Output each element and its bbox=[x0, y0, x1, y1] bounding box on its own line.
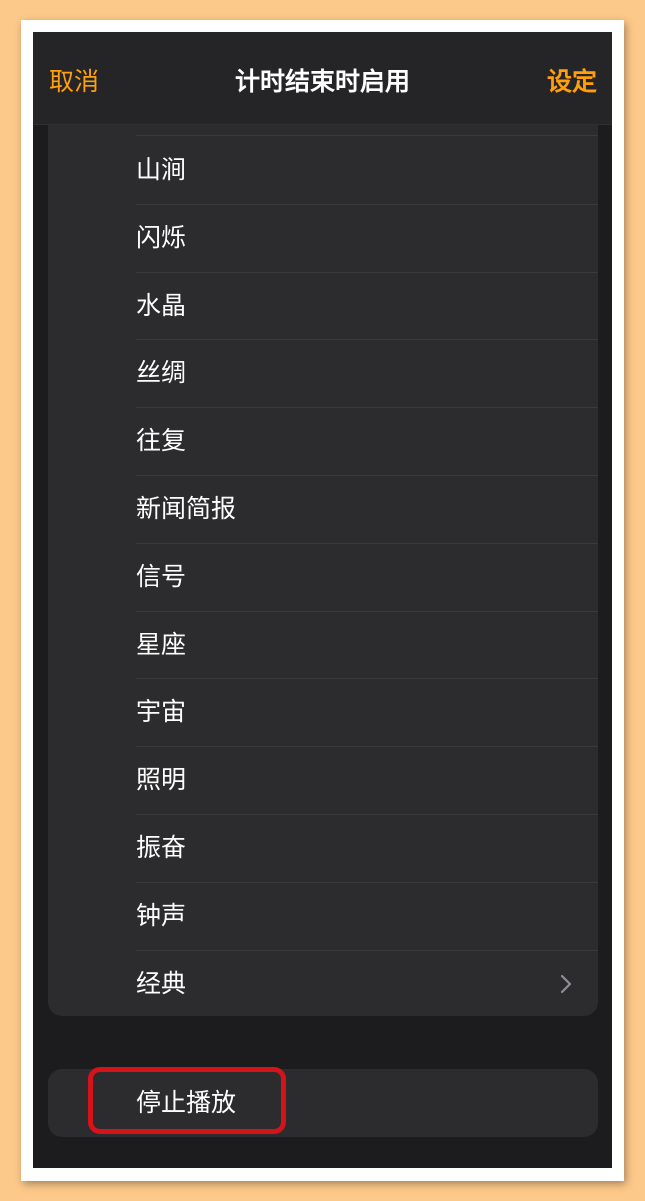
sound-list-card: 山涧 闪烁 水晶 丝绸 往复 新闻简报 信号 星座 宇宙 照明 振奋 钟声 经典 bbox=[48, 72, 598, 1016]
sound-option-zhenfen[interactable]: 振奋 bbox=[48, 813, 598, 882]
page-title: 计时结束时启用 bbox=[234, 67, 410, 96]
stop-playing-button[interactable]: 停止播放 bbox=[48, 1069, 598, 1137]
list-divider bbox=[136, 542, 598, 544]
list-divider bbox=[136, 678, 598, 680]
sound-option-shuijing[interactable]: 水晶 bbox=[48, 271, 598, 340]
sound-option-label: 水晶 bbox=[136, 290, 187, 320]
list-divider bbox=[136, 881, 598, 883]
sound-option-label: 闪烁 bbox=[136, 222, 187, 252]
sound-option-label: 往复 bbox=[136, 426, 187, 456]
list-divider bbox=[136, 610, 598, 612]
list-divider bbox=[136, 271, 598, 273]
sound-list: 山涧 闪烁 水晶 丝绸 往复 新闻简报 信号 星座 宇宙 照明 振奋 钟声 经典 bbox=[48, 136, 598, 1016]
set-button[interactable]: 设定 bbox=[547, 62, 597, 98]
sound-option-label: 照明 bbox=[136, 765, 187, 795]
phone-screen: 取消 计时结束时启用 设定 山涧 闪烁 水晶 丝绸 往复 新闻简报 信号 星座 … bbox=[33, 32, 612, 1168]
sound-option-zhongsheng[interactable]: 钟声 bbox=[48, 881, 598, 950]
sound-option-label: 经典 bbox=[136, 968, 187, 998]
sound-option-wangfu[interactable]: 往复 bbox=[48, 407, 598, 475]
list-divider bbox=[136, 949, 598, 951]
sound-option-label: 丝绸 bbox=[136, 358, 187, 388]
sound-option-shanjian[interactable]: 山涧 bbox=[48, 136, 598, 204]
sound-option-jingdian[interactable]: 经典 bbox=[48, 949, 598, 1016]
list-divider bbox=[136, 746, 598, 748]
stop-playing-label: 停止播放 bbox=[136, 1088, 237, 1117]
sound-option-xinhao[interactable]: 信号 bbox=[48, 542, 598, 611]
sound-option-label: 宇宙 bbox=[136, 697, 187, 727]
sound-option-label: 信号 bbox=[136, 561, 187, 591]
sound-option-label: 星座 bbox=[136, 629, 187, 659]
sound-option-xingzuo[interactable]: 星座 bbox=[48, 610, 598, 679]
sound-option-label: 钟声 bbox=[136, 900, 187, 930]
list-divider bbox=[136, 203, 598, 205]
sound-option-label: 山涧 bbox=[136, 155, 187, 184]
sound-option-xinwen-jianbao[interactable]: 新闻简报 bbox=[48, 474, 598, 543]
sound-option-yuzhou[interactable]: 宇宙 bbox=[48, 678, 598, 746]
sound-option-shanshuo[interactable]: 闪烁 bbox=[48, 203, 598, 272]
sound-option-label: 新闻简报 bbox=[136, 493, 237, 523]
sound-option-zhaoming[interactable]: 照明 bbox=[48, 746, 598, 814]
sound-option-sichou[interactable]: 丝绸 bbox=[48, 339, 598, 407]
list-divider bbox=[136, 407, 598, 409]
chevron-right-icon bbox=[560, 974, 572, 993]
sound-option-label: 振奋 bbox=[136, 832, 187, 862]
list-divider bbox=[136, 813, 598, 815]
navigation-bar: 取消 计时结束时启用 设定 bbox=[33, 32, 612, 125]
list-divider bbox=[136, 339, 598, 341]
